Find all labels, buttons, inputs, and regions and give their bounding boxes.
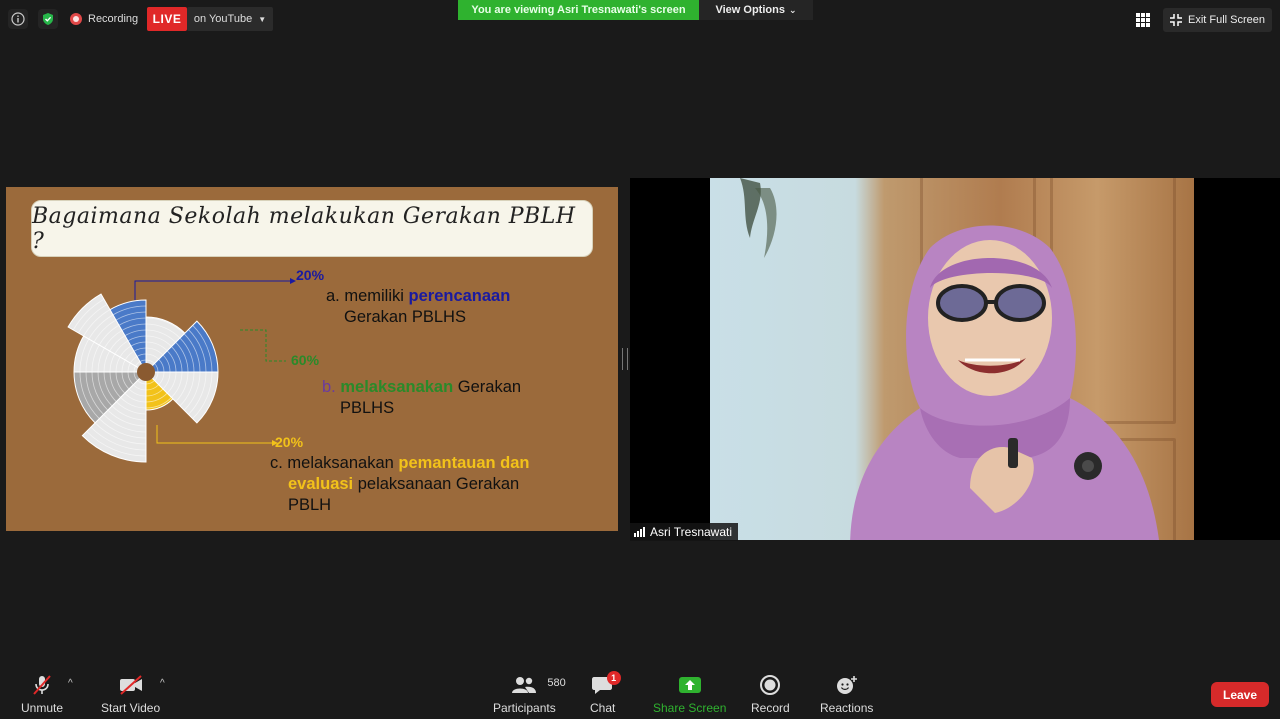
item-b-line2: PBLHS [340, 399, 395, 417]
exit-full-screen-button[interactable]: Exit Full Screen [1163, 8, 1272, 32]
camera-feed [710, 178, 1194, 540]
item-c-suffix: pelaksanaan Gerakan [353, 475, 520, 493]
item-b-percent: 60% [291, 352, 320, 368]
exit-fullscreen-icon [1169, 14, 1182, 26]
livestream-dropdown[interactable]: on YouTube ▼ [187, 7, 273, 31]
view-options-label: View Options [715, 4, 785, 16]
share-screen-icon [678, 677, 701, 693]
share-screen-button[interactable]: Share Screen [653, 673, 726, 715]
item-b-prefix: b. [322, 378, 341, 396]
video-camera-off-icon [119, 675, 142, 695]
meeting-info-button[interactable] [8, 9, 28, 29]
item-a-highlight: perencanaan [408, 287, 511, 305]
video-options-caret[interactable]: ^ [160, 678, 165, 689]
security-button[interactable] [38, 9, 58, 29]
smiley-plus-icon [836, 676, 857, 694]
item-b-line1: b. melaksanakan Gerakan [322, 377, 521, 398]
item-c-highlight2: evaluasi [288, 475, 354, 493]
split-view-resize-handle[interactable] [622, 348, 628, 370]
speaker-person [850, 225, 1159, 540]
chevron-down-icon: ⌄ [788, 4, 797, 15]
gallery-view-icon[interactable] [1136, 13, 1150, 27]
item-c-highlight1: pemantauan dan [398, 454, 530, 472]
record-button[interactable]: Record [751, 673, 790, 715]
exit-full-screen-label: Exit Full Screen [1187, 14, 1266, 26]
live-badge: LIVE [147, 7, 187, 31]
item-a-line2: Gerakan PBLHS [344, 308, 466, 326]
participants-count: 580 [547, 677, 566, 689]
youtube-label: on YouTube [193, 13, 253, 25]
slide-title: Bagaimana Sekolah melakukan Gerakan PBLH… [31, 200, 593, 257]
record-dot-icon [70, 13, 82, 25]
participants-button[interactable]: 580 Participants [493, 673, 566, 715]
participants-label: Participants [493, 701, 556, 715]
signal-strength-icon [634, 527, 645, 537]
chat-label: Chat [590, 701, 616, 715]
chat-button[interactable]: 1 Chat [590, 671, 621, 715]
participant-video-tile[interactable] [630, 178, 1280, 540]
item-b-highlight: melaksanakan [340, 378, 454, 396]
share-screen-label: Share Screen [653, 701, 727, 715]
leave-button[interactable]: Leave [1211, 682, 1269, 707]
item-a-line1: a. memiliki perencanaan [326, 286, 510, 307]
record-label: Record [751, 701, 790, 715]
participant-name-tag: Asri Tresnawati [630, 523, 739, 541]
audio-options-caret[interactable]: ^ [68, 678, 73, 689]
item-c-line1: c. melaksanakan pemantauan dan [270, 453, 530, 474]
connector-lines [134, 278, 296, 446]
recording-label: Recording [88, 13, 139, 25]
start-video-button[interactable]: Start Video [101, 673, 160, 715]
caret-down-icon: ▼ [258, 14, 267, 24]
item-c-percent: 20% [275, 434, 304, 450]
participants-icon [512, 677, 537, 693]
shield-check-icon [43, 13, 53, 25]
start-video-label: Start Video [101, 701, 161, 715]
view-options-button[interactable]: View Options ⌄ [699, 0, 813, 20]
reactions-label: Reactions [820, 701, 874, 715]
info-icon [11, 12, 25, 26]
item-c-prefix: c. melaksanakan [270, 454, 399, 472]
unmute-button[interactable]: Unmute [21, 673, 63, 715]
item-c-line2: evaluasi pelaksanaan Gerakan [288, 474, 519, 495]
item-a-percent: 20% [296, 267, 325, 283]
recording-indicator[interactable]: Recording [70, 10, 138, 28]
reactions-button[interactable]: Reactions [820, 673, 873, 715]
item-b-suffix: Gerakan [453, 378, 522, 396]
item-a-prefix: a. memiliki [326, 287, 409, 305]
microphone-muted-icon [33, 675, 51, 695]
shared-screen-slide: Bagaimana Sekolah melakukan Gerakan PBLH… [6, 187, 618, 531]
participant-name: Asri Tresnawati [650, 525, 733, 539]
chat-unread-badge: 1 [606, 671, 621, 685]
unmute-label: Unmute [21, 701, 64, 715]
item-c-line3: PBLH [288, 496, 332, 514]
record-icon [760, 675, 781, 695]
viewing-screen-banner: You are viewing Asri Tresnawati's screen [458, 0, 699, 20]
